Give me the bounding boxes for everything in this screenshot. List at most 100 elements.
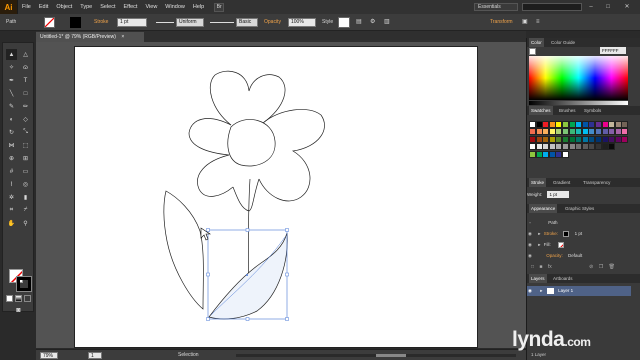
- appearance-stroke-value[interactable]: 1 pt: [575, 231, 583, 236]
- none-mode-button[interactable]: [24, 295, 31, 302]
- paintbrush-tool-icon[interactable]: ✎: [6, 101, 17, 112]
- menu-select[interactable]: Select: [96, 4, 119, 10]
- menu-view[interactable]: View: [141, 4, 161, 10]
- add-effect-icon[interactable]: fx: [548, 264, 552, 270]
- document-tab[interactable]: Untitled-1* @ 79% (RGB/Preview) ×: [36, 32, 144, 42]
- eraser-tool-icon[interactable]: ◇: [20, 114, 31, 125]
- color-swatch[interactable]: [562, 150, 569, 158]
- appearance-stroke-swatch[interactable]: [563, 230, 570, 237]
- tab-color[interactable]: Color: [529, 38, 544, 47]
- line-tool-icon[interactable]: ╲: [6, 88, 17, 99]
- layer-row[interactable]: ◉ ▸ Layer 1: [527, 286, 631, 296]
- add-stroke-icon[interactable]: □: [531, 264, 534, 270]
- artboard-tool-icon[interactable]: ⌗: [6, 205, 17, 216]
- color-swatch[interactable]: [608, 143, 616, 151]
- slice-tool-icon[interactable]: ⌿: [20, 205, 31, 216]
- color-fill-indicator[interactable]: [529, 48, 536, 55]
- tab-graphic-styles[interactable]: Graphic Styles: [563, 204, 596, 213]
- current-tool-status[interactable]: Selection: [178, 352, 199, 359]
- gradient-tool-icon[interactable]: ▭: [20, 166, 31, 177]
- color-swatch[interactable]: [621, 135, 629, 143]
- hex-color-field[interactable]: FFFFFF: [600, 47, 626, 54]
- brush-definition[interactable]: Basic: [236, 18, 258, 27]
- opacity-field[interactable]: 100%: [288, 18, 316, 27]
- fill-stroke-widget[interactable]: [9, 269, 32, 292]
- expand-arrow-icon[interactable]: ▸: [538, 231, 540, 236]
- menu-object[interactable]: Object: [52, 4, 76, 10]
- rectangle-tool-icon[interactable]: □: [20, 88, 31, 99]
- visibility-eye-icon[interactable]: ◉: [527, 251, 533, 261]
- appearance-row-fill[interactable]: ◉ ▸ Fill:: [527, 240, 633, 250]
- layer-name[interactable]: Layer 1: [558, 288, 573, 293]
- appearance-row-path[interactable]: ▫ Path: [527, 218, 633, 228]
- transform-label[interactable]: Transform: [490, 18, 513, 27]
- tab-symbols[interactable]: Symbols: [582, 106, 603, 115]
- appearance-fill-swatch[interactable]: [558, 241, 565, 248]
- visibility-eye-icon[interactable]: ◉: [527, 229, 533, 239]
- tab-close-icon[interactable]: ×: [121, 34, 124, 40]
- zoom-tool-icon[interactable]: ⚲: [20, 218, 31, 229]
- expand-arrow-icon[interactable]: ▸: [540, 288, 542, 293]
- appearance-opacity-label[interactable]: Opacity:: [546, 253, 563, 258]
- color-swatch[interactable]: [621, 128, 629, 136]
- delete-item-icon[interactable]: 🗑: [609, 264, 615, 270]
- add-fill-icon[interactable]: ■: [539, 264, 542, 270]
- perspective-grid-tool-icon[interactable]: ⊞: [20, 153, 31, 164]
- visibility-eye-icon[interactable]: ◉: [527, 240, 533, 250]
- pen-tool-icon[interactable]: ✒: [6, 75, 17, 86]
- expand-arrow-icon[interactable]: ▸: [538, 242, 540, 247]
- menu-help[interactable]: Help: [189, 4, 208, 10]
- artboard-number-field[interactable]: 1: [88, 352, 102, 359]
- stroke-swatch[interactable]: [70, 17, 81, 28]
- variable-width-profile[interactable]: Uniform: [176, 18, 204, 27]
- direct-selection-tool-icon[interactable]: △: [20, 49, 31, 60]
- scrollbar-thumb[interactable]: [376, 354, 406, 357]
- tab-transparency[interactable]: Transparency: [581, 178, 612, 187]
- artboard[interactable]: [74, 46, 478, 348]
- menu-window[interactable]: Window: [161, 4, 189, 10]
- menu-file[interactable]: File: [18, 4, 35, 10]
- tab-artboards[interactable]: Artboards: [551, 274, 575, 283]
- tab-layers[interactable]: Layers: [529, 274, 547, 283]
- stroke-label[interactable]: Stroke: [94, 18, 108, 27]
- scale-tool-icon[interactable]: ⤡: [20, 127, 31, 138]
- tab-stroke[interactable]: Stroke: [529, 178, 547, 187]
- menu-edit[interactable]: Edit: [35, 4, 52, 10]
- duplicate-item-icon[interactable]: ❐: [599, 264, 603, 270]
- fill-swatch[interactable]: [44, 17, 55, 28]
- align-icon[interactable]: ▥: [384, 18, 390, 27]
- tab-swatches[interactable]: Swatches: [529, 106, 553, 115]
- panel-menu-icon[interactable]: ≡: [536, 18, 540, 27]
- mesh-tool-icon[interactable]: #: [6, 166, 17, 177]
- lasso-tool-icon[interactable]: ɷ: [20, 62, 31, 73]
- bridge-button[interactable]: Br: [214, 2, 225, 12]
- opacity-label[interactable]: Opacity: [264, 18, 281, 27]
- stroke-weight-field[interactable]: 1 pt: [117, 18, 147, 27]
- close-button[interactable]: ✕: [620, 3, 634, 11]
- appearance-row-opacity[interactable]: ◉ Opacity: Default: [527, 251, 633, 261]
- color-mode-button[interactable]: [6, 295, 13, 302]
- clear-appearance-icon[interactable]: ⊘: [589, 264, 593, 270]
- menu-type[interactable]: Type: [76, 4, 96, 10]
- stroke-weight-input[interactable]: 1 pt: [547, 191, 570, 198]
- tab-brushes[interactable]: Brushes: [557, 106, 578, 115]
- symbol-sprayer-tool-icon[interactable]: ✲: [6, 192, 17, 203]
- horizontal-scrollbar[interactable]: [236, 354, 516, 357]
- pencil-tool-icon[interactable]: ✏: [20, 101, 31, 112]
- width-tool-icon[interactable]: ⋈: [6, 140, 17, 151]
- column-graph-tool-icon[interactable]: ▮: [20, 192, 31, 203]
- flower-artwork[interactable]: [75, 47, 479, 349]
- workspace-switcher[interactable]: Essentials: [474, 3, 518, 11]
- maximize-button[interactable]: □: [601, 3, 615, 11]
- minimize-button[interactable]: –: [584, 3, 598, 11]
- gradient-mode-button[interactable]: [15, 295, 22, 302]
- appearance-stroke-label[interactable]: Stroke:: [544, 231, 558, 236]
- hand-tool-icon[interactable]: ✋: [6, 218, 17, 229]
- color-swatch[interactable]: [621, 121, 629, 128]
- tab-appearance[interactable]: Appearance: [529, 204, 558, 213]
- preferences-icon[interactable]: ⚙: [370, 18, 375, 27]
- rotate-tool-icon[interactable]: ↻: [6, 127, 17, 138]
- type-tool-icon[interactable]: T: [20, 75, 31, 86]
- stroke-box[interactable]: [16, 276, 32, 292]
- search-input[interactable]: [522, 3, 582, 11]
